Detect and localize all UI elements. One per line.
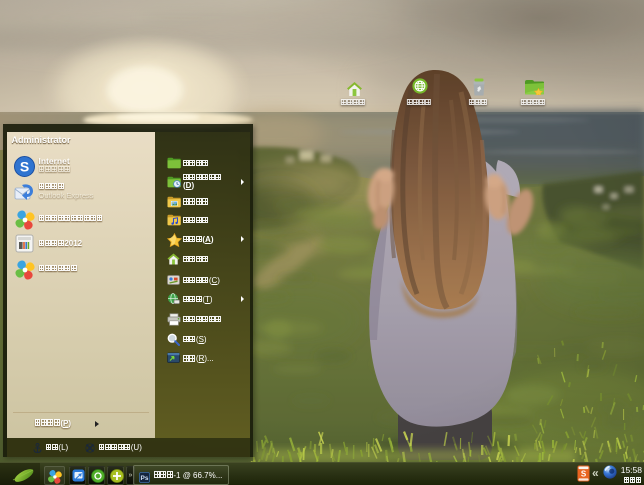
svg-text:S: S bbox=[581, 470, 587, 479]
svg-text:Ps: Ps bbox=[141, 475, 149, 482]
svg-text:S: S bbox=[19, 158, 28, 174]
